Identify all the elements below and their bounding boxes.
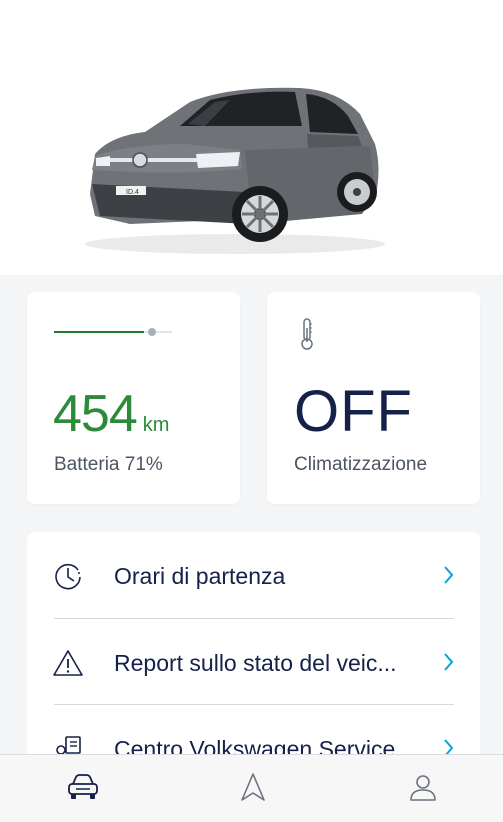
thermometer-icon [300, 318, 314, 355]
menu-item-departure-times[interactable]: Orari di partenza [27, 532, 480, 618]
climate-label: Climatizzazione [294, 454, 428, 475]
chevron-right-icon [443, 652, 455, 677]
menu-item-vehicle-health-report[interactable]: Report sullo stato del veic... [27, 619, 480, 705]
bottom-tab-bar [0, 754, 503, 822]
battery-label: Batteria 71% [54, 454, 163, 475]
climate-card[interactable]: OFF Climatizzazione [267, 292, 480, 504]
battery-card[interactable]: 454 km Batteria 71% [27, 292, 240, 504]
range-readout: 454 km [53, 384, 169, 444]
vehicle-hero: ID.4 [0, 0, 503, 275]
tab-navigation[interactable] [233, 769, 273, 809]
tab-vehicle[interactable] [63, 769, 103, 809]
navigation-icon [239, 772, 267, 807]
clock-icon [52, 560, 84, 592]
plate-badge: ID.4 [126, 189, 139, 196]
range-value: 454 [53, 385, 138, 443]
range-unit: km [142, 414, 170, 436]
user-icon [408, 772, 438, 807]
climate-status: OFF [294, 379, 413, 444]
battery-level-fill [54, 331, 144, 333]
car-icon [66, 772, 100, 807]
warning-icon [52, 647, 84, 679]
vehicle-image[interactable]: ID.4 [70, 74, 400, 264]
tab-profile[interactable] [403, 769, 443, 809]
menu-item-label: Orari di partenza [114, 563, 286, 589]
battery-level-bar [54, 328, 172, 336]
battery-level-marker [148, 328, 156, 336]
menu-item-label: Report sullo stato del veic... [114, 650, 397, 676]
chevron-right-icon [443, 565, 455, 590]
